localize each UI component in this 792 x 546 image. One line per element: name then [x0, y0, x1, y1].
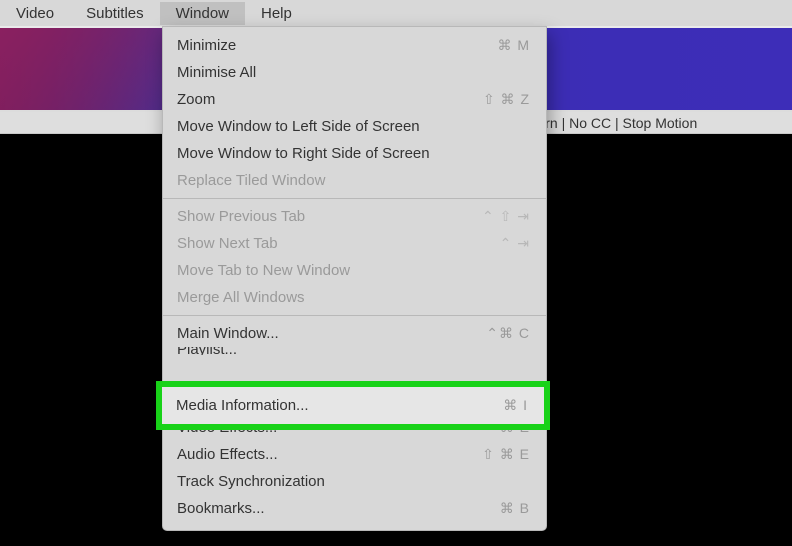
menu-item-label: Show Previous Tab [177, 208, 305, 225]
menu-subtitles[interactable]: Subtitles [70, 2, 160, 25]
menu-item-playlist[interactable]: Playlist... [163, 347, 546, 355]
menu-item-label: Merge All Windows [177, 289, 305, 306]
menu-item-label: Move Window to Left Side of Screen [177, 118, 420, 135]
menu-item-shortcut: ⌃⌘ C [486, 325, 530, 342]
menu-window[interactable]: Window [160, 2, 245, 25]
menu-item-track-sync[interactable]: Track Synchronization [163, 468, 546, 495]
menu-item-minimise-all[interactable]: Minimise All [163, 59, 546, 86]
window-dropdown-menu: Minimize ⌘ M Minimise All Zoom ⇧ ⌘ Z Mov… [162, 26, 547, 531]
menu-item-main-window[interactable]: Main Window... ⌃⌘ C [163, 320, 546, 347]
menu-item-label: Audio Effects... [177, 446, 278, 463]
menu-item-label: Main Window... [177, 325, 279, 342]
menu-item-label: Replace Tiled Window [177, 172, 325, 189]
menu-item-audio-effects[interactable]: Audio Effects... ⇧ ⌘ E [163, 441, 546, 468]
menu-item-label: Bookmarks... [177, 500, 265, 517]
menu-item-media-information-placeholder[interactable] [163, 355, 546, 405]
menu-video[interactable]: Video [0, 2, 70, 25]
menubar: Video Subtitles Window Help [0, 0, 792, 26]
menu-item-minimize[interactable]: Minimize ⌘ M [163, 32, 546, 59]
menu-item-label: Track Synchronization [177, 473, 325, 490]
menu-help[interactable]: Help [245, 2, 308, 25]
menu-item-label: Minimise All [177, 64, 256, 81]
menu-item-video-effects[interactable]: Video Effects... ⌘ E [163, 414, 546, 441]
menu-item-move-right[interactable]: Move Window to Right Side of Screen [163, 140, 546, 167]
menu-separator [163, 198, 546, 199]
menu-item-shortcut: ⌃ ⇧ ⇥ [482, 208, 530, 225]
menu-item-label: Video Effects... [177, 419, 277, 436]
menu-item-show-next-tab: Show Next Tab ⌃ ⇥ [163, 230, 546, 257]
menu-item-shortcut: ⌘ E [500, 419, 530, 436]
menu-item-move-left[interactable]: Move Window to Left Side of Screen [163, 113, 546, 140]
menu-item-shortcut: ⇧ ⌘ Z [483, 91, 530, 108]
menu-item-zoom[interactable]: Zoom ⇧ ⌘ Z [163, 86, 546, 113]
menu-item-move-tab: Move Tab to New Window [163, 257, 546, 284]
menu-item-label: Show Next Tab [177, 235, 278, 252]
menu-separator [163, 409, 546, 410]
menu-item-shortcut: ⌘ M [497, 37, 530, 54]
menu-item-label: Move Tab to New Window [177, 262, 350, 279]
menu-item-label: Playlist... [177, 347, 237, 355]
menu-item-label: Minimize [177, 37, 236, 54]
menu-item-merge-windows: Merge All Windows [163, 284, 546, 311]
menu-item-shortcut: ⌃ ⇥ [500, 235, 530, 252]
menu-item-replace-tiled: Replace Tiled Window [163, 167, 546, 194]
menu-separator [163, 315, 546, 316]
menu-item-bookmarks[interactable]: Bookmarks... ⌘ B [163, 495, 546, 522]
menu-item-shortcut: ⌘ B [500, 500, 530, 517]
menu-item-label: Move Window to Right Side of Screen [177, 145, 430, 162]
menu-item-shortcut: ⇧ ⌘ E [482, 446, 530, 463]
menu-item-show-prev-tab: Show Previous Tab ⌃ ⇧ ⇥ [163, 203, 546, 230]
menu-item-label: Zoom [177, 91, 215, 108]
